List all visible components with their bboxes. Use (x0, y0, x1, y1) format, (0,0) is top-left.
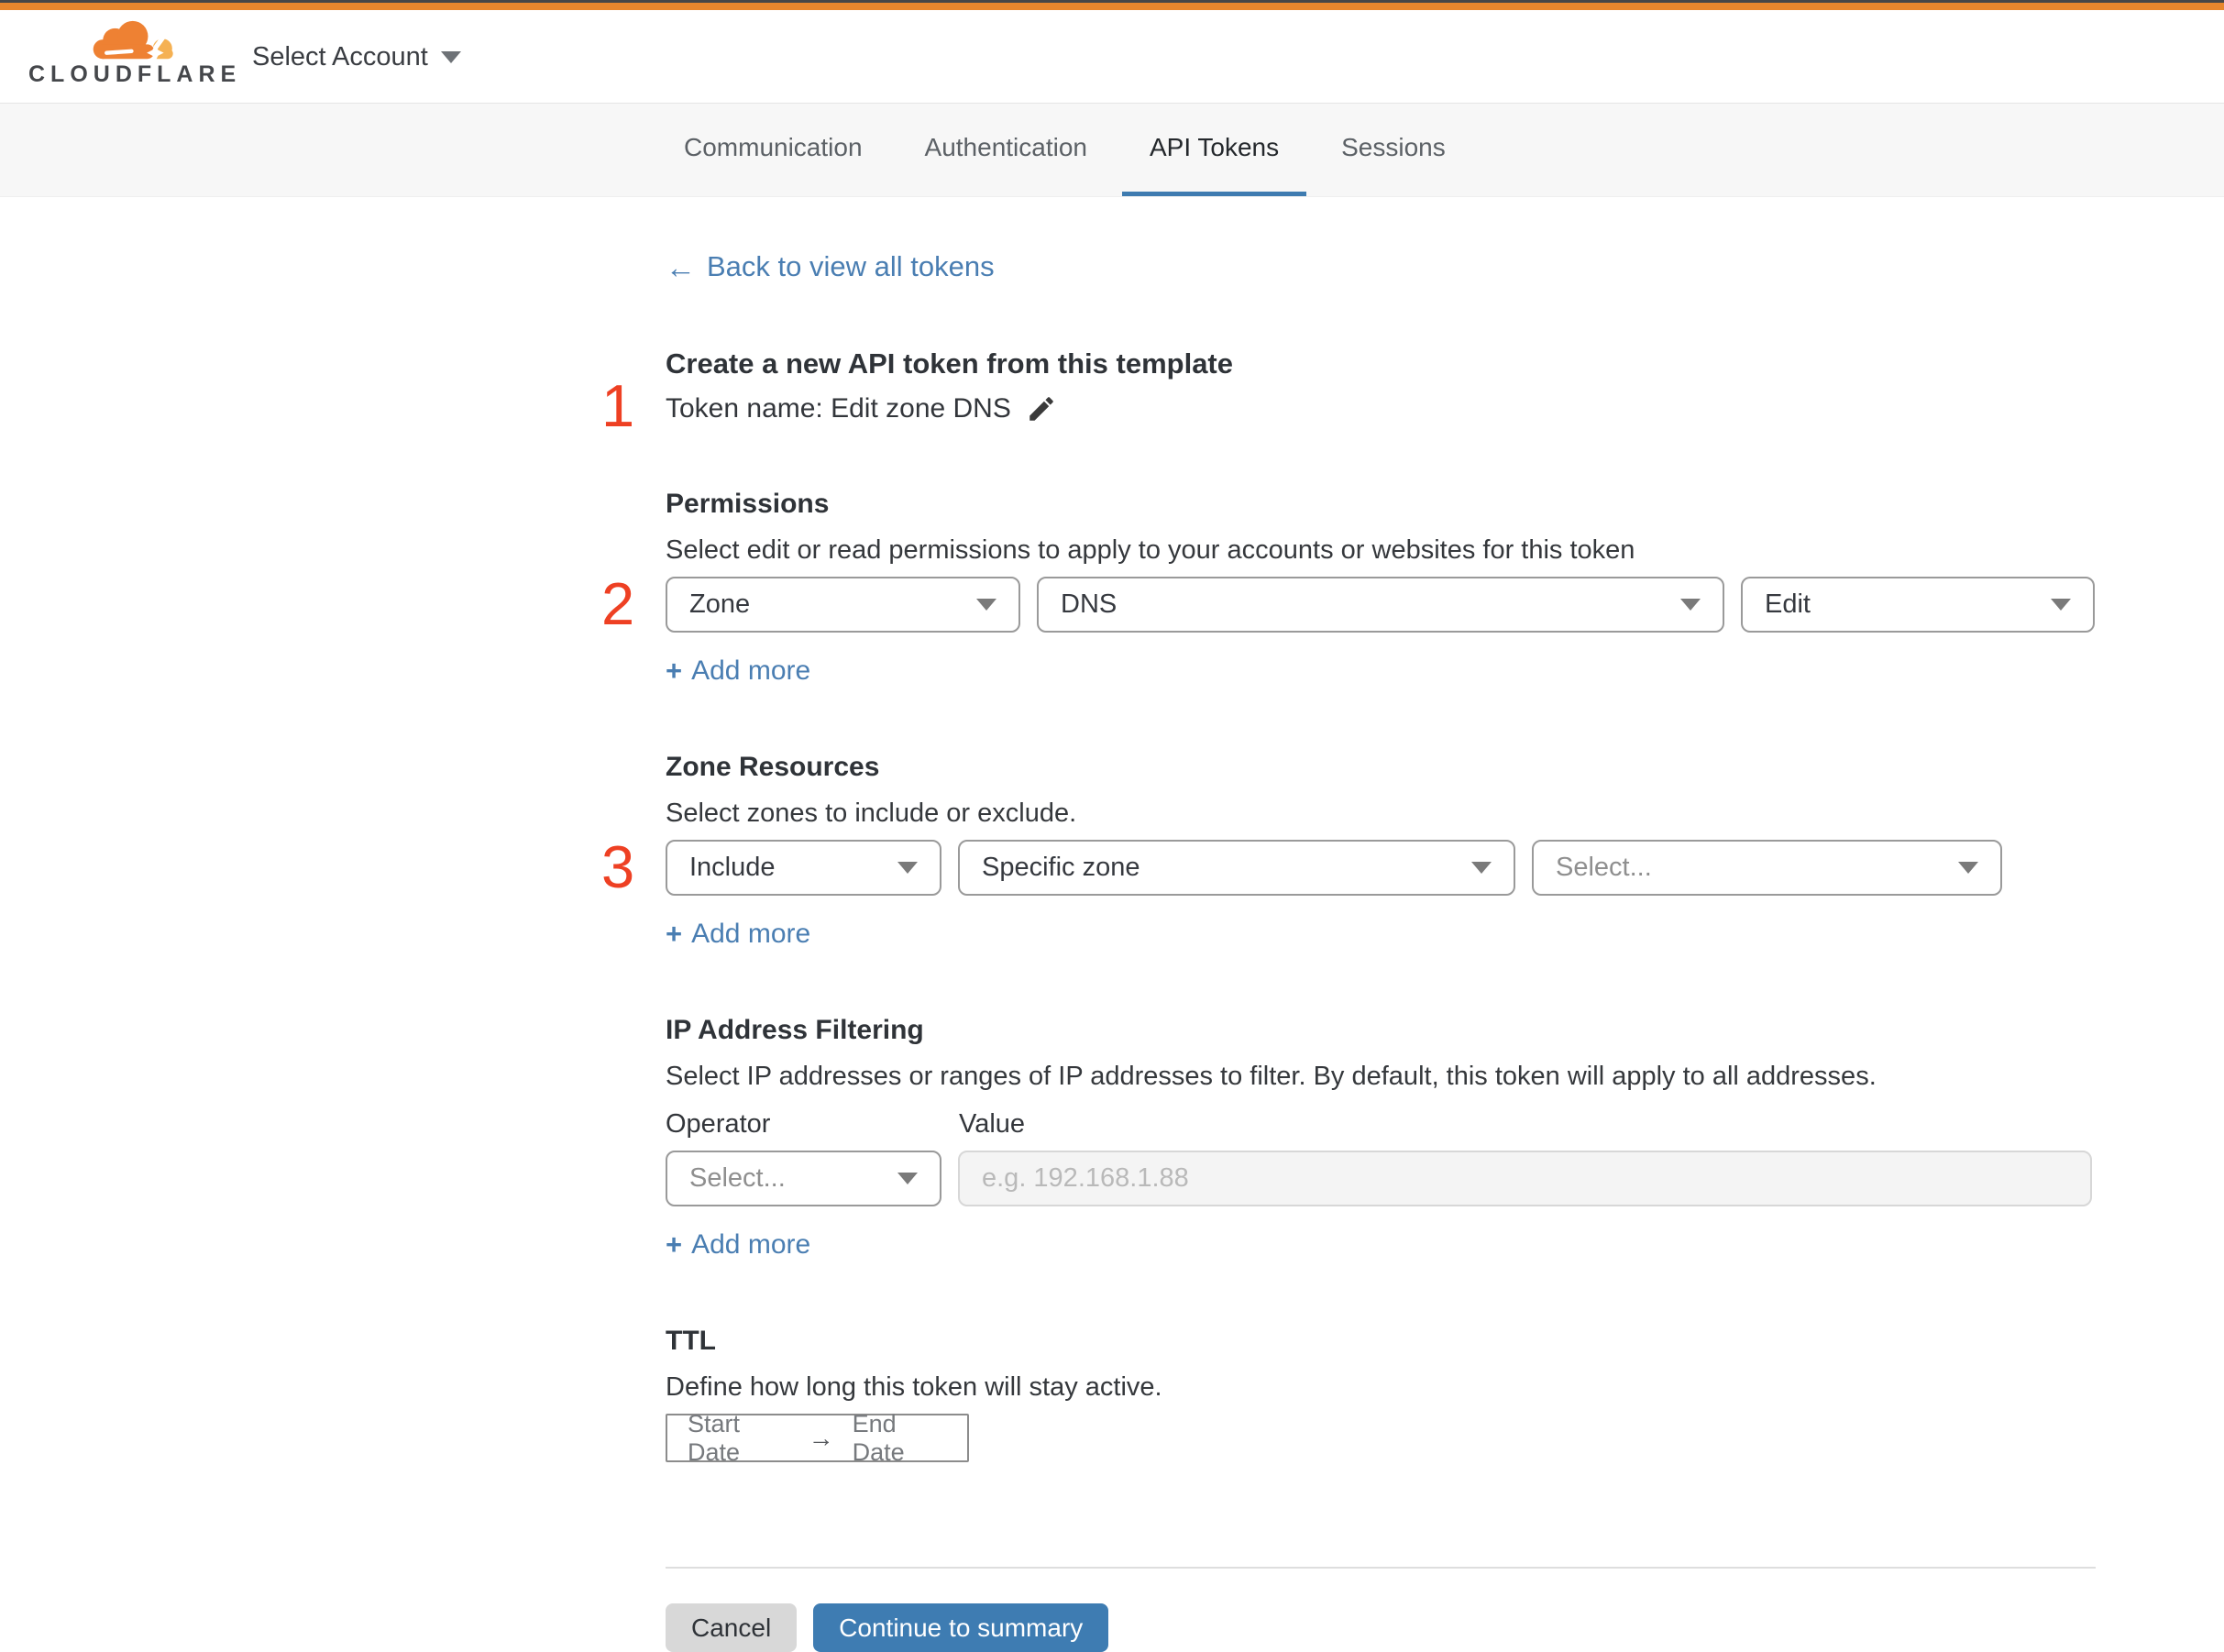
step-number-3: 3 (601, 833, 635, 900)
chevron-down-icon (2051, 599, 2071, 611)
add-more-label: Add more (691, 919, 811, 949)
cloudflare-cloud-icon (93, 20, 173, 66)
zone-resources-add-more-link[interactable]: + Add more (666, 918, 810, 951)
arrow-right-icon: → (808, 1423, 834, 1452)
ip-filtering-section: IP Address Filtering Select IP addresses… (666, 1015, 2096, 1261)
zone-resources-row: 3 Include Specific zone Select... (601, 837, 2096, 897)
zone-include-value: Include (689, 853, 776, 882)
zone-picker-select[interactable]: Select... (1532, 840, 2002, 896)
continue-to-summary-button[interactable]: Continue to summary (813, 1603, 1109, 1652)
zone-resources-description: Select zones to include or exclude. (666, 798, 1077, 828)
zone-picker-value: Select... (1556, 853, 1652, 882)
ttl-title: TTL (666, 1326, 716, 1356)
zone-include-select[interactable]: Include (666, 840, 941, 896)
zone-type-value: Specific zone (982, 853, 1140, 882)
footer-divider (666, 1567, 2096, 1569)
add-more-label: Add more (691, 655, 811, 686)
tab-communication[interactable]: Communication (656, 104, 890, 196)
add-more-label: Add more (691, 1229, 811, 1260)
end-date-placeholder: End Date (852, 1409, 905, 1466)
ip-operator-value: Select... (689, 1163, 786, 1193)
operator-label: Operator (666, 1109, 771, 1139)
zone-resources-title: Zone Resources (666, 752, 880, 782)
cloudflare-logo: CLOUDFLARE (28, 14, 242, 88)
chevron-down-icon (897, 1173, 918, 1184)
ttl-description: Define how long this token will stay act… (666, 1372, 1162, 1402)
chevron-down-icon (976, 599, 996, 611)
create-token-heading: Create a new API token from this templat… (666, 347, 1234, 380)
footer-actions: Cancel Continue to summary (666, 1603, 2096, 1652)
permission-access-value: Edit (1765, 589, 1811, 619)
tab-authentication[interactable]: Authentication (897, 104, 1115, 196)
ip-filtering-add-more-link[interactable]: + Add more (666, 1228, 810, 1261)
chevron-down-icon (1471, 862, 1492, 874)
ip-operator-select[interactable]: Select... (666, 1151, 941, 1206)
app-header: CLOUDFLARE Select Account (0, 10, 2224, 104)
brand-accent-bar (0, 0, 2224, 10)
permissions-row: 2 Zone DNS Edit (601, 574, 2096, 633)
permissions-add-more-link[interactable]: + Add more (666, 655, 810, 688)
token-template-form: ← Back to view all tokens 1 Create a new… (601, 197, 2096, 1652)
zone-type-select[interactable]: Specific zone (958, 840, 1515, 896)
token-name-section: 1 Create a new API token from this templ… (601, 347, 2096, 435)
cloudflare-wordmark: CLOUDFLARE (28, 61, 242, 87)
permission-scope-select[interactable]: Zone (666, 577, 1020, 633)
plus-icon: + (666, 655, 683, 687)
permission-resource-value: DNS (1061, 589, 1118, 619)
ip-filtering-title: IP Address Filtering (666, 1015, 924, 1045)
permission-access-select[interactable]: Edit (1741, 577, 2095, 633)
chevron-down-icon (897, 862, 918, 874)
tab-api-tokens[interactable]: API Tokens (1122, 104, 1307, 196)
ip-value-input[interactable] (958, 1151, 2092, 1206)
permissions-section: Permissions Select edit or read permissi… (601, 489, 2096, 688)
account-selector[interactable]: Select Account (252, 10, 461, 104)
cancel-button[interactable]: Cancel (666, 1603, 798, 1652)
back-link-label: Back to view all tokens (707, 250, 995, 282)
plus-icon: + (666, 918, 683, 950)
start-date-placeholder: Start Date (688, 1409, 741, 1466)
plus-icon: + (666, 1228, 683, 1261)
step-number-2: 2 (601, 570, 635, 637)
step-number-1: 1 (601, 372, 635, 439)
ttl-section: TTL Define how long this token will stay… (666, 1326, 2096, 1466)
profile-tab-bar: Communication Authentication API Tokens … (0, 104, 2224, 197)
token-name-text: Token name: Edit zone DNS (666, 393, 1011, 424)
zone-resources-section: Zone Resources Select zones to include o… (601, 752, 2096, 951)
chevron-down-icon (1958, 862, 1978, 874)
back-to-tokens-link[interactable]: ← Back to view all tokens (666, 250, 995, 283)
value-label: Value (959, 1109, 1026, 1139)
permissions-description: Select edit or read permissions to apply… (666, 535, 1635, 565)
ttl-date-range-picker[interactable]: Start Date → End Date (666, 1410, 969, 1466)
chevron-down-icon (440, 50, 461, 63)
back-arrow-icon: ← (666, 249, 696, 284)
permission-scope-value: Zone (689, 589, 751, 619)
permission-resource-select[interactable]: DNS (1037, 577, 1724, 633)
account-selector-label: Select Account (252, 41, 428, 72)
chevron-down-icon (1680, 599, 1701, 611)
edit-pencil-icon[interactable] (1026, 393, 1057, 424)
ip-filtering-description: Select IP addresses or ranges of IP addr… (666, 1062, 1877, 1091)
ip-filtering-row: Select... (666, 1151, 2096, 1206)
tab-sessions[interactable]: Sessions (1314, 104, 1473, 196)
permissions-title: Permissions (666, 489, 830, 519)
